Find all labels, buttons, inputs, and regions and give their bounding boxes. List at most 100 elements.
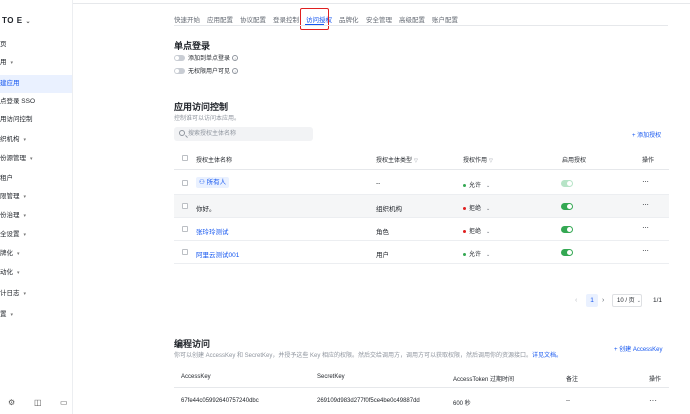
row-checkbox[interactable] (182, 249, 188, 255)
table-row: 你好。 组织机构 拒绝 ⌄ ··· (174, 195, 669, 218)
sidebar-item-label: 全设置 (0, 231, 20, 238)
column-header-type[interactable]: 授权主体类型 ▽ (376, 155, 418, 164)
tab-item[interactable]: 登录控制 (273, 14, 299, 24)
sidebar-item-label: 计日志 (0, 290, 20, 297)
user-group-icon: ⚇ (199, 179, 207, 186)
effect-select[interactable]: 允许 ⌄ (463, 180, 490, 189)
token-expiry-value: 600 秒 (453, 401, 471, 407)
column-header-effect-label: 授权作用 (463, 158, 488, 164)
page-number-current[interactable]: 1 (586, 294, 598, 307)
search-box[interactable] (174, 127, 313, 141)
enable-authorization-switch[interactable] (561, 203, 573, 210)
select-all-checkbox[interactable] (182, 155, 188, 161)
tab-item[interactable]: 协议配置 (240, 14, 266, 24)
sidebar-item-label: 牌化 (0, 250, 13, 257)
sidebar-item[interactable]: 点登录 SSO (0, 93, 72, 111)
access-control-subtitle: 控制谁可以访问本应用。 (174, 116, 241, 122)
sidebar-item[interactable]: 牌化 ▾ (0, 245, 72, 263)
tab-item[interactable]: 应用配置 (207, 14, 233, 24)
add-to-sso-toggle[interactable] (174, 55, 185, 62)
visibility-toggle-row[interactable]: 无权限用户可见 i (174, 67, 239, 77)
sidebar-item[interactable]: 动化 ▾ (0, 264, 72, 282)
column-header-effect[interactable]: 授权作用 ▽ (463, 155, 493, 164)
enable-authorization-switch[interactable] (561, 226, 573, 233)
principal-name: 所有人 (206, 179, 227, 186)
collapse-icon[interactable]: ▭ (60, 398, 68, 407)
sidebar-item[interactable]: 置 ▾ (0, 306, 72, 324)
sso-toggle-row[interactable]: 添加到单点登录 i (174, 54, 239, 64)
sidebar-item-label: 织机构 (0, 136, 20, 143)
info-icon[interactable]: i (232, 55, 239, 62)
tab-divider (174, 25, 668, 26)
tab-item[interactable]: 账户配置 (432, 14, 458, 24)
visible-to-unauthorized-toggle[interactable] (174, 68, 185, 75)
sidebar-item[interactable]: 页 (0, 36, 72, 54)
filter-icon[interactable]: ▽ (414, 158, 418, 164)
gear-icon[interactable]: ⚙ (8, 398, 15, 407)
prev-page-button[interactable]: ‹ (575, 297, 577, 304)
more-actions-button[interactable]: ··· (642, 246, 649, 255)
enable-authorization-switch[interactable] (561, 249, 573, 256)
table-header: 授权主体名称 授权主体类型 ▽ 授权作用 ▽ 启用授权 操作 (174, 148, 669, 170)
search-icon (179, 130, 185, 136)
enable-authorization-switch[interactable] (561, 180, 573, 187)
row-checkbox[interactable] (182, 203, 188, 209)
sidebar-item[interactable]: 份源管理 ▾ (0, 150, 72, 168)
book-icon[interactable]: ◫ (34, 398, 42, 407)
info-icon[interactable]: i (232, 68, 239, 75)
sidebar-item[interactable]: 租户 (0, 170, 72, 188)
more-actions-button[interactable]: ··· (642, 223, 649, 232)
row-checkbox[interactable] (182, 226, 188, 232)
more-actions-button[interactable]: ··· (642, 177, 649, 186)
sidebar-item-label: 限管理 (0, 193, 20, 200)
table-row: 张玲玲测试 角色 拒绝 ⌄ ··· (174, 218, 669, 241)
tab-item[interactable]: 高级配置 (399, 14, 425, 24)
sidebar-item-label: 页 (0, 41, 7, 48)
sidebar-item-label: 份治理 (0, 212, 20, 219)
principal-name[interactable]: 阿里云测试001 (196, 249, 239, 259)
column-header-ops: 操作 (649, 377, 662, 383)
sidebar-item[interactable]: 份治理 ▾ (0, 207, 72, 225)
sidebar-item[interactable]: 建应用 (0, 75, 72, 93)
effect-select[interactable]: 拒绝 ⌄ (463, 226, 490, 235)
column-header-accesskey: AccessKey (181, 374, 211, 380)
principal-name[interactable]: 张玲玲测试 (196, 226, 229, 236)
table-row: ⚇ 所有人 -- 允许 ⌄ ··· (174, 172, 669, 195)
search-input[interactable] (188, 127, 308, 141)
sidebar-item-label: 用访问控制 (0, 116, 33, 123)
filter-icon[interactable]: ▽ (489, 158, 493, 164)
chevron-down-icon: ▾ (23, 232, 27, 238)
tab-item[interactable]: 安全管理 (366, 14, 392, 24)
accesskey-value: 67fe44c05992640757240dbc (181, 398, 259, 404)
principal-name: 你好。 (196, 206, 216, 213)
more-actions-button[interactable]: ··· (642, 200, 649, 209)
sidebar-item[interactable]: 全设置 ▾ (0, 226, 72, 244)
chevron-down-icon: ▾ (23, 194, 27, 200)
chevron-down-icon: ⌄ (486, 183, 491, 189)
sidebar-item[interactable]: 用访问控制 (0, 111, 72, 129)
principal-tag: ⚇ 所有人 (196, 177, 230, 188)
top-bar (73, 0, 690, 4)
sidebar-item[interactable]: 用 ▾ (0, 54, 72, 72)
chevron-down-icon: ⌄ (25, 19, 32, 25)
sso-section-title: 单点登录 (174, 41, 211, 51)
tab-item[interactable]: 快速开始 (174, 14, 200, 24)
next-page-button[interactable]: › (602, 297, 604, 304)
effect-select[interactable]: 拒绝 ⌄ (463, 203, 490, 212)
row-checkbox[interactable] (182, 180, 188, 186)
docs-link[interactable]: 详见文档。 (532, 353, 562, 359)
tenant-switcher[interactable]: TO E ⌄ (2, 16, 31, 25)
page-size-select[interactable]: 10 / 页 ⌄ (612, 294, 642, 307)
effect-select[interactable]: 允许 ⌄ (463, 249, 490, 258)
sidebar-item[interactable]: 限管理 ▾ (0, 188, 72, 206)
create-accesskey-button[interactable]: + 创建 AccessKey (614, 344, 663, 353)
tab-item[interactable]: 品牌化 (339, 14, 359, 24)
chevron-down-icon: ▾ (23, 291, 27, 297)
add-authorization-button[interactable]: + 添加授权 (632, 130, 661, 139)
sidebar-item[interactable]: 计日志 ▾ (0, 285, 72, 303)
column-header-ops: 操作 (642, 158, 655, 164)
sidebar-item[interactable]: 织机构 ▾ (0, 131, 72, 149)
chevron-down-icon: ▾ (17, 270, 20, 276)
sidebar-item-label: 建应用 (0, 80, 20, 87)
more-actions-button[interactable]: ··· (649, 396, 657, 405)
